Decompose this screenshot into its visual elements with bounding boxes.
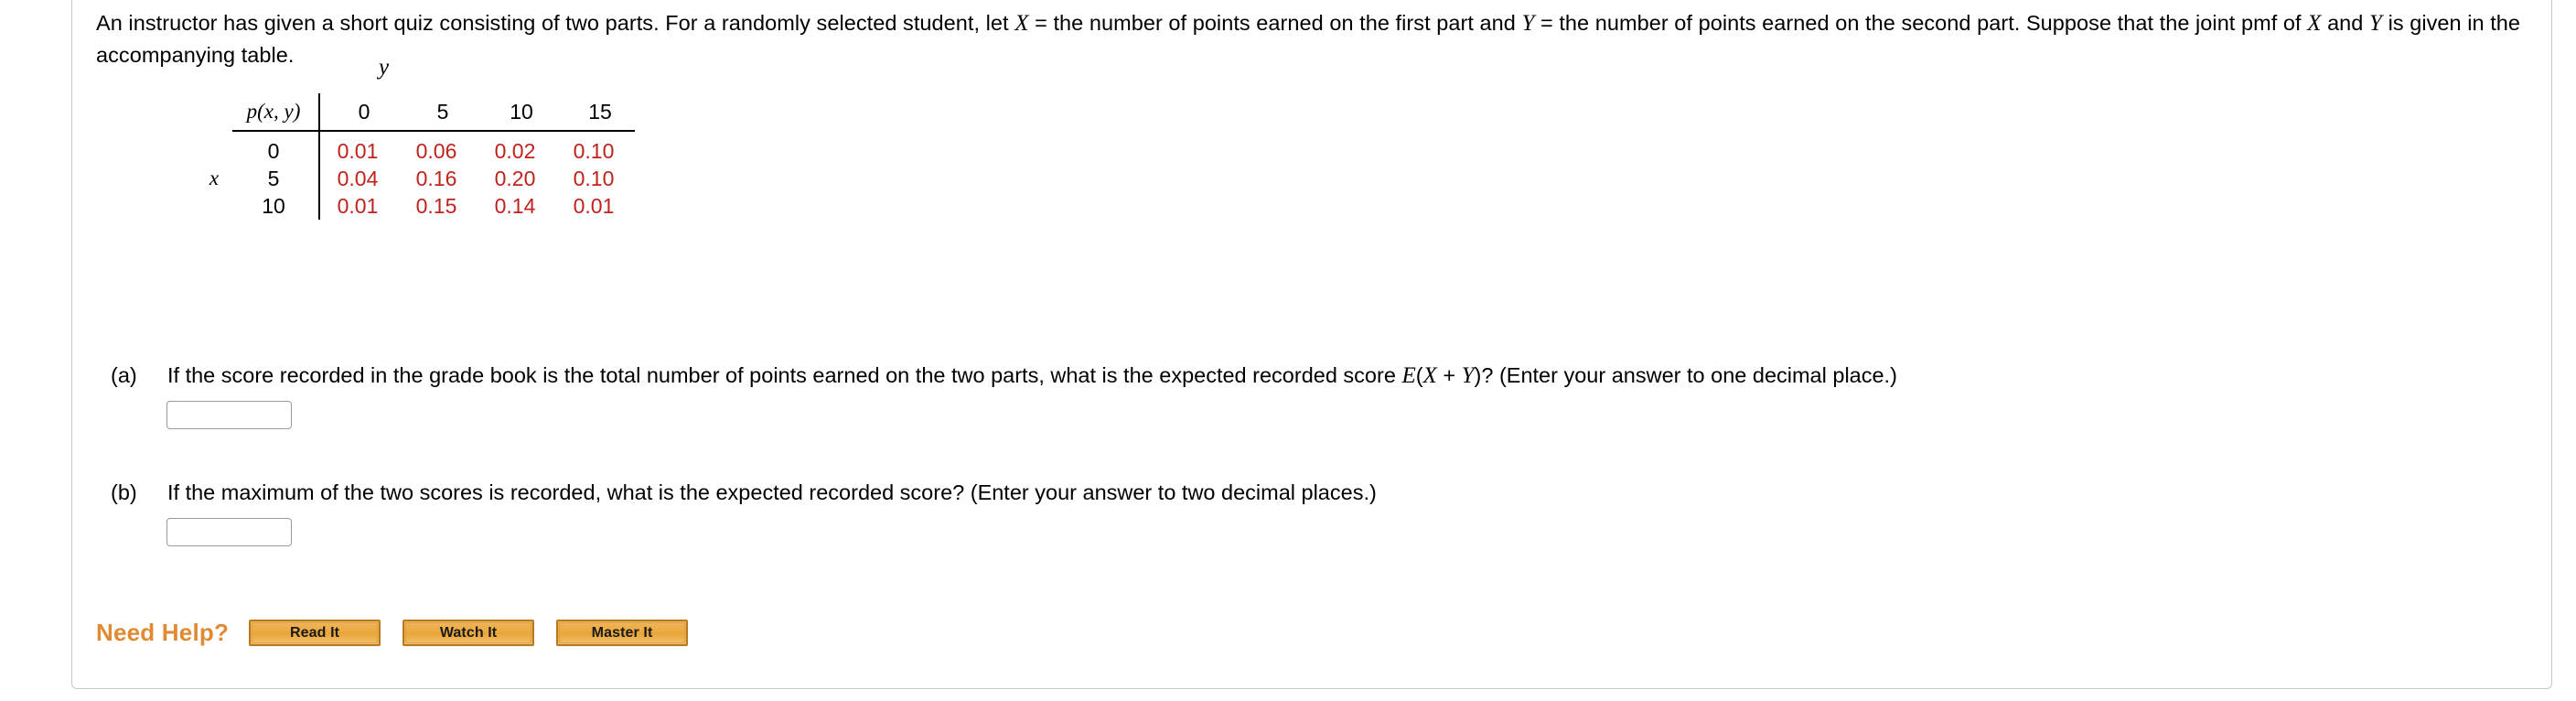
table-corner-label: p(x, y) bbox=[232, 93, 319, 132]
table-cell-r1c0: 0.04 bbox=[318, 165, 399, 192]
table-cell-r0c1: 0.06 bbox=[415, 138, 457, 163]
master-it-button[interactable]: Master It bbox=[556, 620, 689, 646]
table-cell-r2c0: 0.01 bbox=[318, 192, 399, 220]
table-header-spacer bbox=[196, 93, 232, 131]
question-card-inner: An instructor has given a short quiz con… bbox=[72, 0, 2551, 688]
read-it-button-label: Read It bbox=[252, 622, 379, 643]
watch-it-button-label: Watch It bbox=[405, 622, 532, 643]
question-b-tag: (b) bbox=[111, 480, 137, 504]
table-row-header-2: 10 bbox=[262, 193, 285, 218]
table-cell-r0c2: 0.02 bbox=[494, 138, 536, 163]
table-column-header-3: 15 bbox=[556, 93, 635, 132]
expected-value-operator: E bbox=[1401, 363, 1416, 388]
question-b-text: If the maximum of the two scores is reco… bbox=[167, 480, 1377, 504]
table-spacer-cell bbox=[556, 131, 635, 137]
table-row-header-1: 5 bbox=[267, 166, 280, 190]
variable-y-2: Y bbox=[2369, 11, 2382, 36]
problem-sentence-part3: = the number of points earned on the sec… bbox=[1534, 11, 2308, 35]
table-header-row: p(x, y) 0 5 10 15 bbox=[196, 93, 635, 132]
question-a-text-part1: If the score recorded in the grade book … bbox=[167, 363, 1402, 387]
question-b: (b) If the maximum of the two scores is … bbox=[111, 478, 2489, 507]
problem-sentence-part1: An instructor has given a short quiz con… bbox=[96, 11, 1015, 35]
table-cell-r1c1: 0.16 bbox=[415, 166, 457, 190]
table-spacer-row bbox=[196, 131, 635, 137]
table-cell-r2c3: 0.01 bbox=[573, 193, 615, 218]
table-column-header-2: 10 bbox=[478, 93, 556, 132]
table-cell-r2c2: 0.14 bbox=[494, 193, 536, 218]
table-cell-r2c1: 0.15 bbox=[415, 193, 457, 218]
variable-x-2: X bbox=[2307, 11, 2322, 36]
table-y-axis-label: y bbox=[379, 55, 390, 80]
answer-input-b[interactable] bbox=[166, 518, 292, 546]
read-it-button[interactable]: Read It bbox=[249, 620, 381, 646]
table-cell-r1c2: 0.20 bbox=[494, 166, 536, 190]
table-spacer-cell bbox=[478, 131, 556, 137]
problem-sentence-part4: and bbox=[2321, 11, 2370, 35]
variable-y: Y bbox=[1521, 11, 1535, 36]
need-help-label: Need Help? bbox=[96, 619, 230, 646]
expr-plus: + bbox=[1436, 363, 1462, 387]
table-row: x 5 0.04 0.16 0.20 0.10 bbox=[196, 165, 635, 192]
question-card: An instructor has given a short quiz con… bbox=[71, 0, 2552, 689]
table-cell-r1c3: 0.10 bbox=[573, 166, 615, 190]
table-column-header-1: 5 bbox=[399, 93, 478, 132]
question-a-text: If the score recorded in the grade book … bbox=[167, 361, 2489, 391]
master-it-button-label: Master It bbox=[559, 622, 686, 643]
expr-variable-y: Y bbox=[1461, 363, 1475, 388]
answer-input-a[interactable] bbox=[166, 401, 292, 429]
table-cell-r0c0: 0.01 bbox=[318, 137, 399, 165]
table-row: 10 0.01 0.15 0.14 0.01 bbox=[196, 192, 635, 220]
table-row: 0 0.01 0.06 0.02 0.10 bbox=[196, 137, 635, 165]
need-help-section: Need Help? Read It Watch It Master It bbox=[96, 619, 710, 647]
watch-it-button[interactable]: Watch It bbox=[402, 620, 535, 646]
joint-pmf-table: p(x, y) 0 5 10 15 0 0.01 0.06 0.02 0.10 … bbox=[196, 93, 635, 220]
joint-pmf-table-wrapper: y p(x, y) 0 5 10 15 0 0.01 0.06 0.02 0.1… bbox=[196, 55, 635, 220]
table-spacer-cell bbox=[232, 131, 319, 137]
table-row-axis-spacer bbox=[196, 137, 232, 165]
table-row-axis-spacer bbox=[196, 192, 232, 220]
question-a-text-part2: ? (Enter your answer to one decimal plac… bbox=[1481, 363, 1897, 387]
variable-x: X bbox=[1014, 11, 1029, 36]
table-spacer-cell bbox=[318, 131, 399, 137]
problem-sentence-part2: = the number of points earned on the fir… bbox=[1028, 11, 1522, 35]
table-column-header-0: 0 bbox=[318, 93, 399, 132]
question-a: (a) If the score recorded in the grade b… bbox=[111, 361, 2489, 391]
expr-open-paren: ( bbox=[1415, 363, 1423, 387]
table-spacer-cell bbox=[399, 131, 478, 137]
table-cell-r0c3: 0.10 bbox=[573, 138, 615, 163]
table-spacer-cell bbox=[196, 131, 232, 137]
question-a-tag: (a) bbox=[111, 363, 137, 387]
problem-statement: An instructor has given a short quiz con… bbox=[96, 7, 2520, 70]
table-row-header-0: 0 bbox=[267, 138, 280, 163]
table-x-axis-label: x bbox=[209, 167, 220, 189]
expr-variable-x: X bbox=[1422, 363, 1437, 388]
